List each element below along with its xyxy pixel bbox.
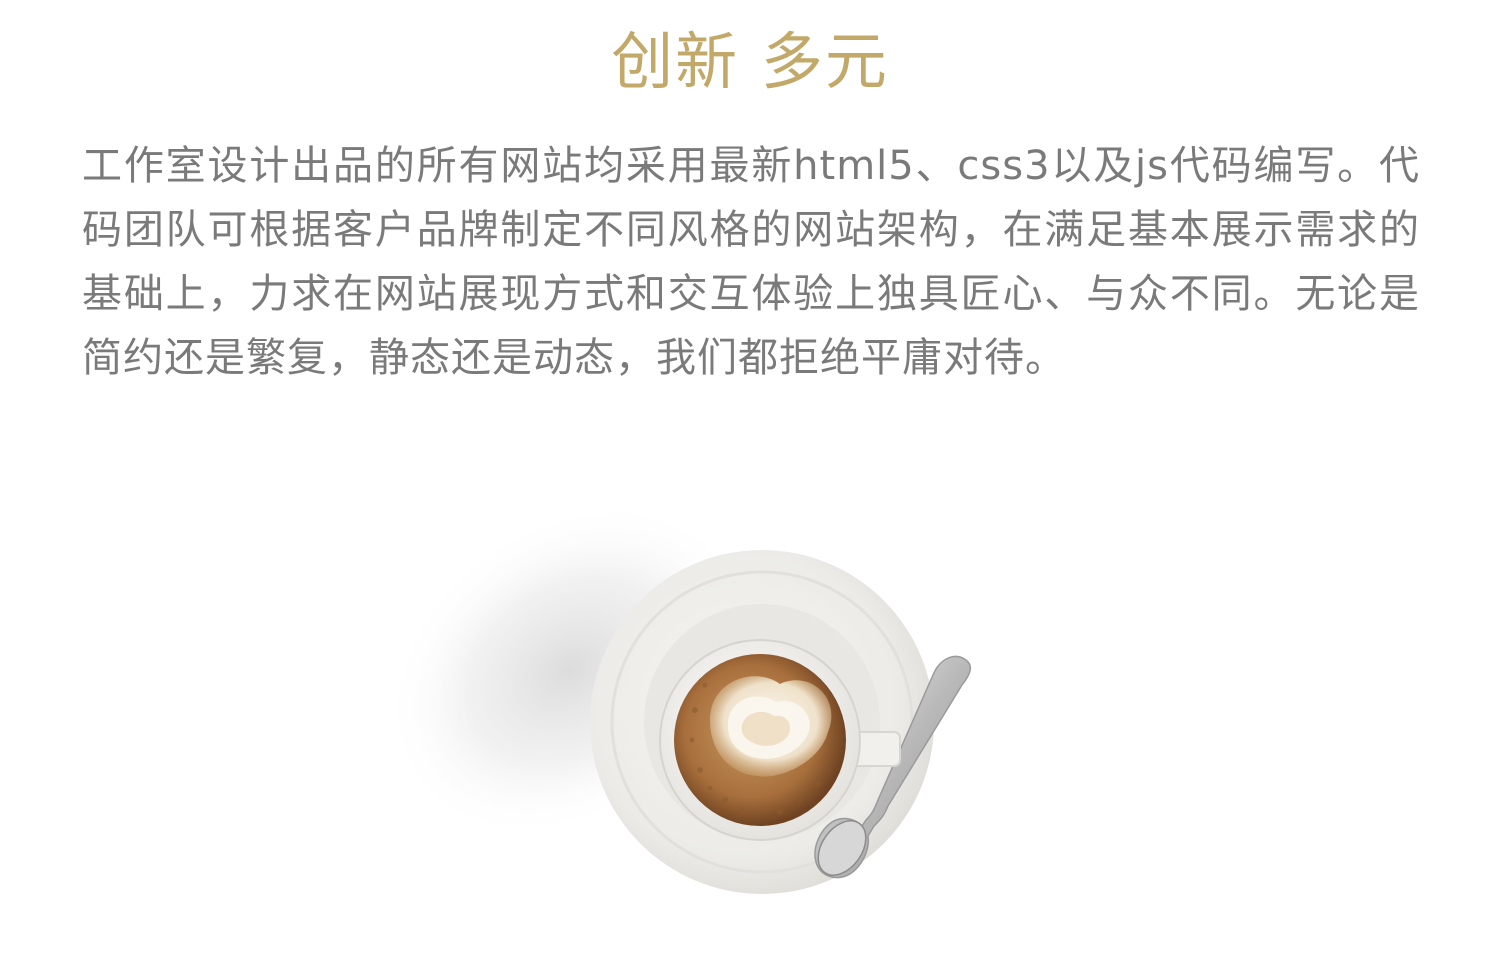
coffee-cup-icon — [384, 501, 972, 894]
page-title: 创新 多元 — [611, 25, 889, 98]
intro-paragraph: 工作室设计出品的所有网站均采用最新html5、css3以及js代码编写。代码团队… — [82, 143, 1420, 381]
